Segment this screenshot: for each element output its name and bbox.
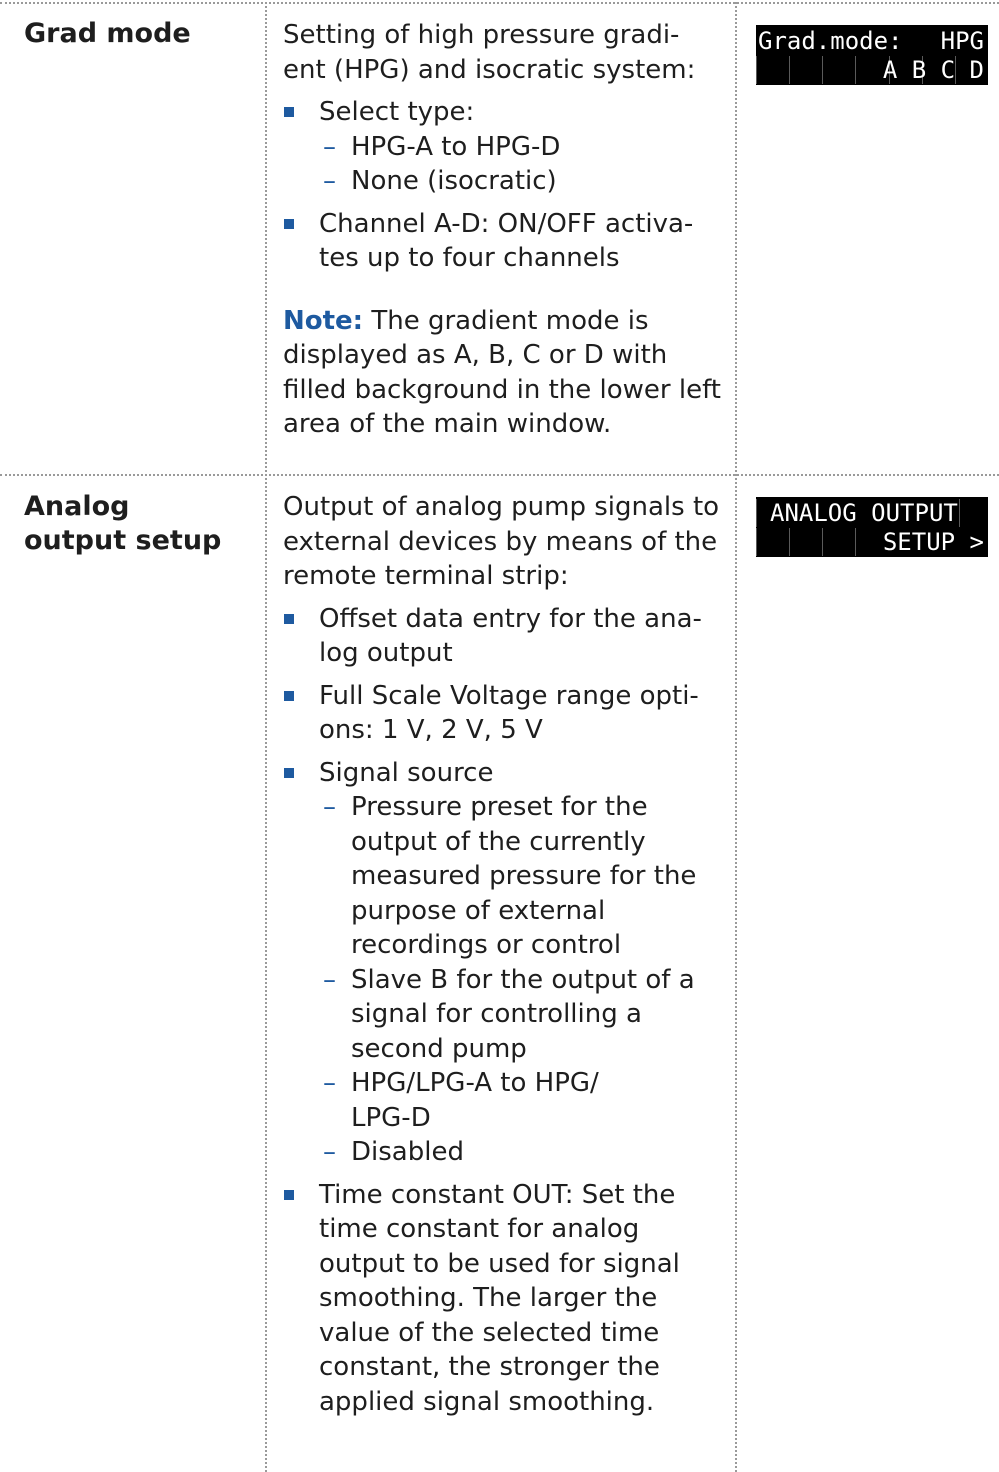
sub-list-item: HPG/LPG-A to HPG/ LPG-D — [283, 1066, 725, 1135]
sub-list-item: Slave B for the output of a signal for c… — [283, 963, 725, 1067]
lcd-line-2-right: SETUP > — [882, 528, 984, 556]
lcd-line-1-right: HPG — [940, 27, 984, 55]
list-item-text: Time constant OUT: Set the time constant… — [319, 1179, 680, 1417]
sub-list-item: Disabled — [283, 1135, 725, 1170]
intro-text: Output of analog pump signals to externa… — [283, 492, 720, 591]
sub-list: Pressure preset for the output of the cu… — [283, 790, 725, 1170]
sub-list-item: None (isocratic) — [283, 164, 725, 199]
note: Note: The gradient mode is displayed as … — [283, 304, 725, 442]
list-item: Select type: HPG-A to HPG-D None (isocra… — [283, 95, 725, 199]
lcd-display-grad-mode: Grad.mode: HPG A B C D — [756, 25, 988, 85]
description-analog-output-setup: Output of analog pump signals to externa… — [283, 490, 725, 1419]
lcd-line-1-left: Grad.mode: — [758, 27, 903, 55]
row-divider — [0, 474, 999, 476]
bullet-list: Offset data entry for the ana- log outpu… — [283, 602, 725, 1420]
description-grad-mode: Setting of high pressure gradi- ent (HPG… — [283, 18, 725, 442]
list-item-text: Channel A-D: ON/OFF activa- tes up to fo… — [319, 208, 694, 274]
list-item: Full Scale Voltage range opti- ons: 1 V,… — [283, 679, 725, 748]
list-item: Signal source Pressure preset for the ou… — [283, 756, 725, 1170]
list-item-text: Full Scale Voltage range opti- ons: 1 V,… — [319, 680, 699, 746]
lcd-line-2-right: A B C D — [882, 56, 984, 84]
list-item-text: Offset data entry for the ana- log outpu… — [319, 603, 702, 669]
list-item: Time constant OUT: Set the time constant… — [283, 1178, 725, 1420]
list-item-text: Signal source — [319, 757, 494, 788]
note-label: Note: — [283, 305, 364, 336]
bullet-list: Select type: HPG-A to HPG-D None (isocra… — [283, 95, 725, 276]
lcd-line-1-left: ANALOG OUTPUT — [770, 499, 958, 527]
sub-list-item: HPG-A to HPG-D — [283, 130, 725, 165]
parameter-analog-output-setup: Analog output setup — [24, 491, 222, 556]
sub-list: HPG-A to HPG-D None (isocratic) — [283, 130, 725, 199]
sub-list-item: Pressure preset for the output of the cu… — [283, 790, 725, 963]
intro-text: Setting of high pressure gradi- ent (HPG… — [283, 20, 696, 85]
lcd-line-1: Grad.mode: HPG — [756, 27, 988, 55]
column-divider-2 — [735, 2, 737, 1472]
parameter-grad-mode: Grad mode — [24, 18, 191, 49]
list-item: Offset data entry for the ana- log outpu… — [283, 602, 725, 671]
column-divider-1 — [265, 2, 267, 1472]
lcd-line-1: ANALOG OUTPUT — [756, 499, 988, 527]
list-item: Channel A-D: ON/OFF activa- tes up to fo… — [283, 207, 725, 276]
lcd-line-2: SETUP > — [756, 528, 988, 556]
lcd-display-analog-output: ANALOG OUTPUT SETUP > — [756, 497, 988, 557]
lcd-line-2: A B C D — [756, 56, 988, 84]
table-top-border — [0, 2, 999, 4]
list-item-text: Select type: — [319, 97, 475, 127]
